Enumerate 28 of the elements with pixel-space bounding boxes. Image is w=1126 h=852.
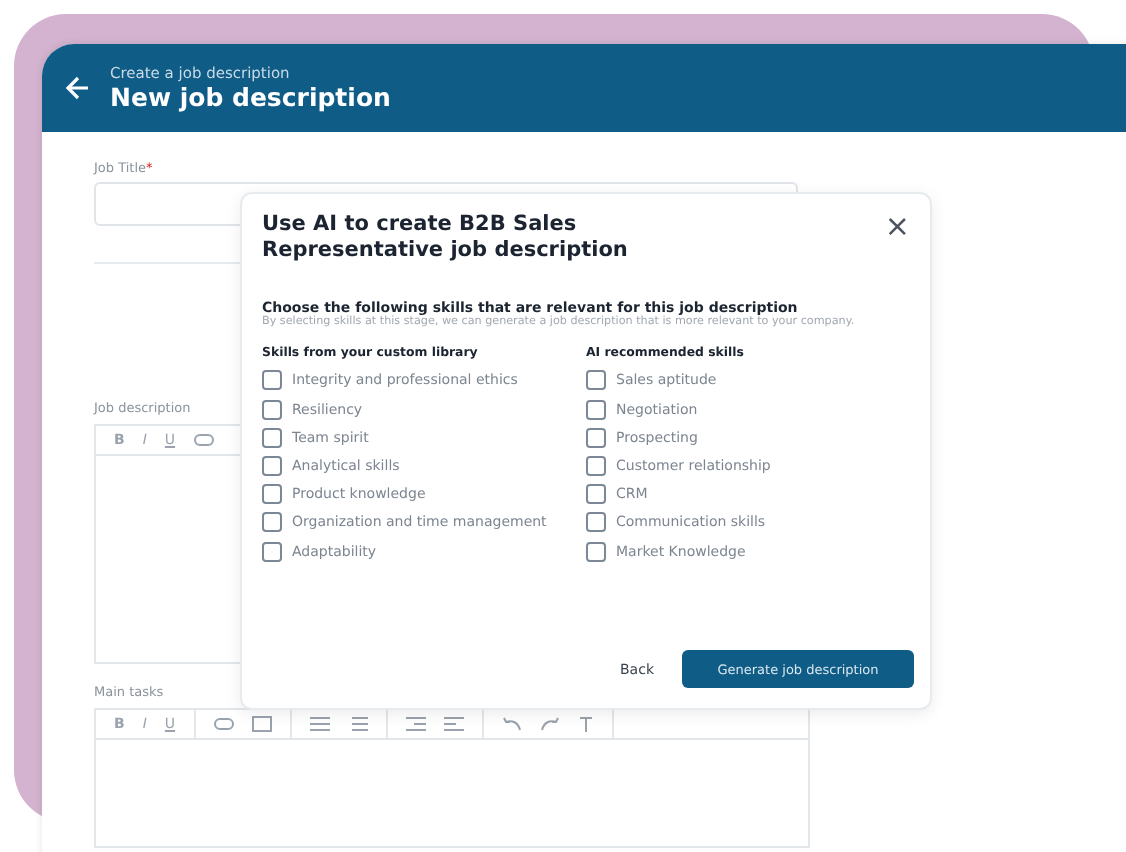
- checkbox[interactable]: [262, 427, 282, 448]
- checkbox[interactable]: [586, 484, 606, 505]
- link-icon[interactable]: [213, 718, 234, 730]
- outdent-icon[interactable]: [443, 716, 464, 732]
- image-icon[interactable]: [251, 716, 272, 732]
- dialog-title: Use AI to create B2B Sales Representative job description: [262, 212, 630, 265]
- checkbox[interactable]: [262, 541, 282, 562]
- checkbox[interactable]: [586, 455, 606, 476]
- checkbox[interactable]: [586, 427, 606, 448]
- checkbox[interactable]: [262, 370, 282, 391]
- list-icon[interactable]: [347, 716, 368, 732]
- checkbox[interactable]: [586, 541, 606, 562]
- clear-format-icon[interactable]: [577, 716, 594, 732]
- link-icon[interactable]: [193, 434, 214, 446]
- list-icon[interactable]: [309, 716, 330, 732]
- indent-icon[interactable]: [405, 716, 426, 732]
- checkbox[interactable]: [262, 484, 282, 505]
- page-title: New job description: [110, 82, 391, 112]
- checkbox[interactable]: [262, 455, 282, 476]
- back-arrow-icon[interactable]: [66, 76, 90, 100]
- checkbox[interactable]: [262, 399, 282, 420]
- checkbox[interactable]: [586, 370, 606, 391]
- checkbox[interactable]: [262, 512, 282, 533]
- close-button[interactable]: ×: [884, 212, 910, 242]
- redo-icon[interactable]: [539, 716, 560, 732]
- checkbox[interactable]: [586, 512, 606, 533]
- undo-icon[interactable]: [501, 716, 522, 732]
- checkbox[interactable]: [586, 399, 606, 420]
